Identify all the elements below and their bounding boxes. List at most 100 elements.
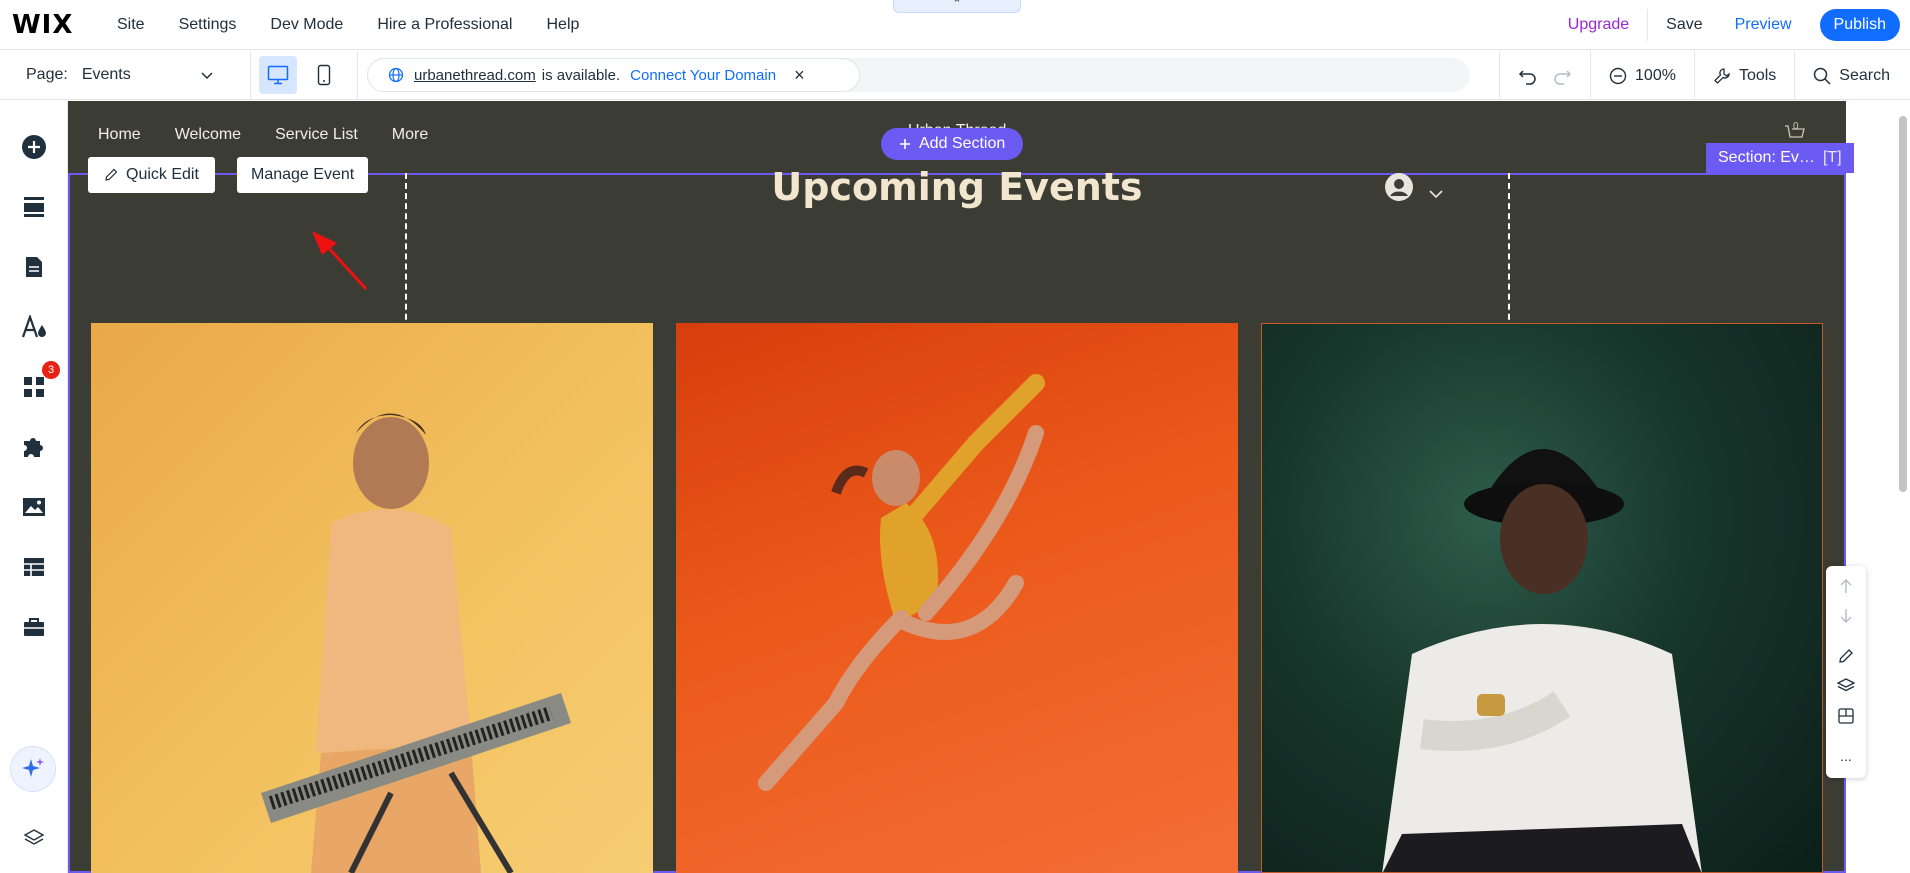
zoom-control[interactable]: 100% [1590, 51, 1694, 100]
layers-icon [1837, 678, 1855, 692]
menu-dev-mode[interactable]: Dev Mode [270, 16, 343, 34]
table-icon [24, 558, 44, 576]
event-card-image[interactable] [1261, 323, 1823, 873]
more-actions-button[interactable]: ... [1836, 746, 1856, 766]
site-nav-welcome[interactable]: Welcome [175, 126, 241, 144]
pages-menu-button[interactable] [18, 251, 50, 283]
pencil-icon [1839, 649, 1853, 663]
scrollbar-thumb[interactable] [1899, 116, 1907, 492]
redo-icon[interactable] [1552, 67, 1572, 85]
site-nav-home[interactable]: Home [98, 126, 141, 144]
wix-logo[interactable]: WIX [12, 10, 117, 40]
event-card-image[interactable] [91, 323, 653, 873]
layout-icon [1838, 708, 1854, 724]
layout-button[interactable] [1836, 706, 1856, 726]
upgrade-link[interactable]: Upgrade [1568, 16, 1629, 34]
desktop-icon [267, 65, 289, 85]
tools-button[interactable]: Tools [1693, 51, 1794, 100]
close-icon[interactable]: × [794, 65, 805, 86]
collapse-toolbar-button[interactable]: ⌃ [893, 0, 1021, 13]
wrench-icon [1714, 67, 1730, 84]
media-button[interactable] [18, 491, 50, 523]
avatar-icon [1385, 173, 1413, 201]
url-bar: urbanethread.com is available. Connect Y… [367, 58, 1470, 92]
tools-label: Tools [1738, 66, 1777, 84]
image-icon [23, 498, 45, 516]
mobile-icon [317, 64, 331, 86]
edit-section-button[interactable] [1836, 646, 1856, 666]
event-card-image[interactable] [676, 323, 1238, 873]
apps-icon [24, 377, 44, 397]
member-login[interactable] [1384, 172, 1444, 207]
domain-banner: urbanethread.com is available. Connect Y… [367, 58, 860, 92]
layers-icon [23, 829, 45, 845]
domain-name[interactable]: urbanethread.com [414, 67, 536, 84]
availability-text: is available. [541, 66, 621, 84]
section-type-tag: [T] [1822, 149, 1842, 166]
sparkle-icon [22, 758, 44, 777]
sections-icon [24, 197, 44, 217]
undo-redo [1499, 51, 1590, 100]
business-apps-button[interactable] [18, 431, 50, 463]
preview-button[interactable]: Preview [1735, 16, 1792, 34]
zoom-level: 100% [1635, 66, 1676, 84]
cart-count: 0 [1793, 121, 1799, 132]
page-value: Events [81, 66, 131, 83]
page-icon [26, 257, 42, 277]
section-floating-toolbar: ... [1826, 566, 1866, 778]
site-design-button[interactable] [18, 311, 50, 343]
editor-actions: 100% Tools Search [1499, 51, 1910, 100]
menu-hire-professional[interactable]: Hire a Professional [377, 16, 512, 34]
top-bar: WIX Site Settings Dev Mode Hire a Profes… [0, 0, 1910, 50]
publish-button[interactable]: Publish [1819, 9, 1900, 41]
desktop-view-button[interactable] [259, 56, 297, 94]
keyboard-player-image [261, 413, 571, 873]
section-name-text: Section: Ev… [1718, 149, 1815, 166]
zoom-out-icon [1609, 67, 1627, 84]
connect-domain-link[interactable]: Connect Your Domain [630, 67, 776, 84]
divider [1647, 9, 1649, 41]
page-label: Page: [26, 66, 68, 83]
layers-button[interactable] [18, 822, 50, 854]
design-icon [21, 315, 46, 338]
ai-assistant-button[interactable] [10, 746, 56, 792]
editor-canvas[interactable]: Home Welcome Service List More Urban Thr… [68, 101, 1846, 873]
move-up-button[interactable] [1836, 576, 1856, 596]
menu-site[interactable]: Site [117, 16, 145, 34]
site-nav-service-list[interactable]: Service List [275, 126, 358, 144]
device-switcher [251, 50, 358, 100]
chevron-down-icon [1429, 190, 1444, 199]
search-button[interactable]: Search [1794, 51, 1910, 100]
editor-toolbar: Page: Events urbanethread.com is availab… [0, 50, 1910, 100]
add-section-button[interactable]: Add Section [881, 128, 1024, 160]
arrange-button[interactable] [1836, 676, 1856, 696]
dancer-image [758, 374, 1045, 791]
section-name-label[interactable]: Section: Ev… [T] [1706, 143, 1854, 173]
portrait-image [1382, 449, 1702, 872]
menu-settings[interactable]: Settings [179, 16, 237, 34]
add-section-label: Add Section [919, 135, 1006, 152]
site-nav: Home Welcome Service List More [98, 126, 462, 144]
move-down-button[interactable] [1836, 606, 1856, 626]
add-section-tool-button[interactable] [18, 191, 50, 223]
cms-button[interactable] [18, 551, 50, 583]
portfolio-button[interactable] [18, 611, 50, 643]
page-selector[interactable]: Page: Events [0, 50, 251, 100]
arrow-up-icon [1840, 579, 1852, 593]
arrow-down-icon [1840, 609, 1852, 623]
apps-notification-badge: 3 [42, 361, 60, 379]
site-nav-more[interactable]: More [392, 126, 428, 144]
top-menu: Site Settings Dev Mode Hire a Profession… [117, 16, 613, 34]
add-elements-button[interactable] [18, 131, 50, 163]
left-toolbar: 3 [0, 101, 68, 873]
chevron-down-icon [201, 72, 213, 80]
menu-help[interactable]: Help [546, 16, 579, 34]
plus-circle-icon [22, 135, 46, 159]
save-button[interactable]: Save [1666, 16, 1702, 34]
search-icon [1814, 67, 1831, 85]
globe-icon [388, 67, 404, 83]
top-actions: Upgrade Save Preview Publish [1568, 0, 1900, 50]
section-title[interactable]: Upcoming Events [68, 165, 1846, 209]
mobile-view-button[interactable] [305, 56, 343, 94]
undo-icon[interactable] [1518, 67, 1538, 85]
